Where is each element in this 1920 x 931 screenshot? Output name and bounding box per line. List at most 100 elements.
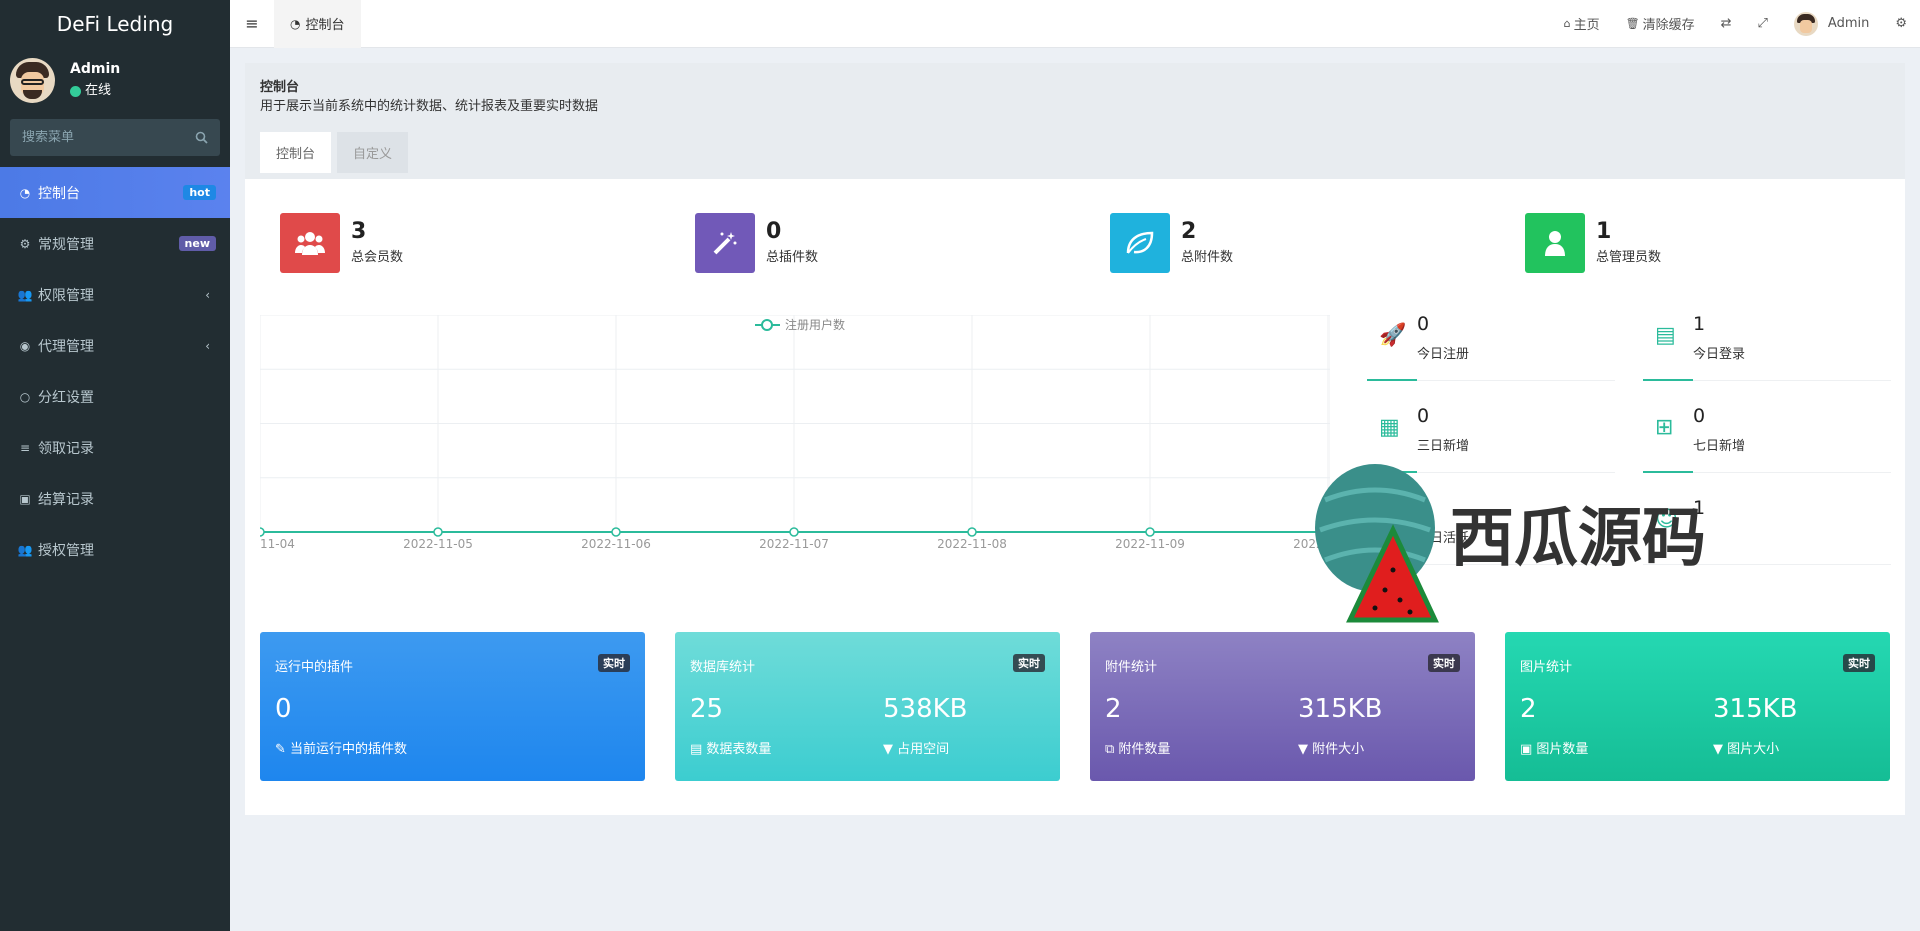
- stat-admins: 1 总管理员数: [1525, 213, 1661, 273]
- data-point[interactable]: [260, 527, 265, 537]
- main-content: 控制台 用于展示当前系统中的统计数据、统计报表及重要实时数据 控制台 自定义 3…: [245, 63, 1905, 815]
- card-label: ▣ 图片数量: [1520, 742, 1589, 757]
- mini-stat-today-login: ▤ 1 今日登录: [1643, 313, 1891, 381]
- realtime-badge: 实时: [1843, 654, 1875, 672]
- sidebar-item-label: 权限管理: [38, 287, 94, 304]
- data-point[interactable]: [1145, 527, 1155, 537]
- filter-icon: ▼: [883, 742, 898, 757]
- card-value: 25: [690, 694, 724, 724]
- tab-custom[interactable]: 自定义: [337, 132, 409, 173]
- settings-button[interactable]: ⚙: [1882, 16, 1920, 31]
- x-tick-label: 2022-11-07: [759, 537, 829, 551]
- sidebar-item-auth[interactable]: 👥 权限管理 ‹: [0, 269, 230, 320]
- stat-value: 0: [766, 219, 782, 244]
- card-value: 0: [275, 694, 292, 724]
- language-button[interactable]: ⇄: [1708, 16, 1745, 31]
- online-dot-icon: [70, 85, 81, 97]
- home-link[interactable]: ⌂ 主页: [1551, 14, 1613, 33]
- brand-logo[interactable]: DeFi Leding: [0, 0, 230, 48]
- avatar: [1793, 11, 1818, 36]
- clear-cache-button[interactable]: 🗑 清除缓存: [1613, 14, 1708, 33]
- calendar-icon: ▦: [1379, 415, 1400, 440]
- list-icon: ≡: [19, 440, 31, 455]
- stat-label: 总管理员数: [1596, 250, 1662, 265]
- magic-icon: [695, 213, 755, 273]
- card-label: ✎ 当前运行中的插件数: [275, 742, 408, 757]
- card-label: ⧉ 附件数量: [1105, 742, 1171, 757]
- users-icon: [280, 213, 340, 273]
- sidebar-item-agent[interactable]: ◉ 代理管理 ‹: [0, 320, 230, 371]
- search-input[interactable]: [22, 130, 172, 145]
- calc-icon: ▣: [19, 491, 31, 506]
- leaf-icon: [1110, 213, 1170, 273]
- card-value: 2: [1520, 694, 1537, 724]
- sidebar-item-general[interactable]: ⚙ 常规管理 new: [0, 218, 230, 269]
- x-tick-label: 11-04: [260, 537, 295, 551]
- card-label: ▼ 图片大小: [1713, 742, 1780, 757]
- mini-stat-label: 三日新增: [1417, 439, 1470, 454]
- sidebar-item-label: 控制台: [38, 185, 80, 202]
- x-tick-label: 2022-11-05: [403, 537, 473, 551]
- mini-stat-value: 0: [1693, 405, 1706, 427]
- calendar-plus-icon: ⊞: [1655, 415, 1674, 440]
- card-plugins: 运行中的插件 实时 0 ✎ 当前运行中的插件数: [260, 632, 645, 781]
- stat-members: 3 总会员数: [280, 213, 403, 273]
- gear-icon: ⚙: [1895, 16, 1907, 31]
- stat-label: 总会员数: [351, 250, 404, 265]
- sidebar-item-label: 结算记录: [38, 491, 94, 508]
- sidebar-search: [10, 119, 220, 156]
- svg-text:西瓜源码: 西瓜源码: [1450, 502, 1706, 576]
- mini-stat-value: 0: [1417, 405, 1430, 427]
- realtime-badge: 实时: [1013, 654, 1045, 672]
- user-status: 在线: [70, 80, 120, 102]
- user-circle-icon: ◉: [19, 338, 31, 353]
- card-label: ▼ 占用空间: [883, 742, 950, 757]
- filter-icon: ▼: [1713, 742, 1728, 757]
- card-value: 315KB: [1713, 694, 1798, 724]
- fullscreen-button[interactable]: ⤢: [1745, 16, 1781, 31]
- tab-dashboard[interactable]: ◔ 控制台: [274, 0, 361, 48]
- sidebar-item-label: 分红设置: [38, 389, 94, 406]
- database-icon: ▤: [690, 742, 707, 757]
- copy-icon: ⧉: [1105, 742, 1119, 757]
- sidebar-item-license[interactable]: 👥 授权管理: [0, 524, 230, 575]
- sidebar-item-label: 代理管理: [38, 338, 94, 355]
- registration-chart: 11-04 2022-11-05 2022-11-06 2022-11-07 2022-…: [260, 315, 1330, 551]
- sidebar-item-dividend[interactable]: ○ 分红设置: [0, 371, 230, 422]
- card-value: 2: [1105, 694, 1122, 724]
- card-database: 数据库统计 实时 25 538KB ▤ 数据表数量 ▼ 占用空间: [675, 632, 1060, 781]
- search-icon[interactable]: [195, 131, 208, 144]
- sidebar-toggle-icon[interactable]: ≡: [230, 14, 274, 33]
- dashboard-icon: ◔: [19, 185, 31, 200]
- stat-value: 1: [1596, 219, 1612, 244]
- sidebar-item-label: 授权管理: [38, 542, 94, 559]
- mini-stat-value: 0: [1417, 313, 1430, 335]
- page-header: 控制台 用于展示当前系统中的统计数据、统计报表及重要实时数据 控制台 自定义: [245, 63, 1905, 179]
- stat-label: 总插件数: [766, 250, 819, 265]
- vcard-icon: ▤: [1655, 323, 1676, 348]
- data-point[interactable]: [789, 527, 799, 537]
- sidebar-item-dashboard[interactable]: ◔ 控制台 hot: [0, 167, 230, 218]
- stat-attachments: 2 总附件数: [1110, 213, 1233, 273]
- page-subtitle: 用于展示当前系统中的统计数据、统计报表及重要实时数据: [260, 99, 599, 114]
- dashboard-icon: ◔: [290, 16, 301, 31]
- user-panel: Admin 在线: [0, 48, 230, 116]
- sidebar-item-settlement[interactable]: ▣ 结算记录: [0, 473, 230, 524]
- stat-value: 3: [351, 219, 367, 244]
- legend-label[interactable]: 注册用户数: [785, 317, 845, 332]
- user-menu-label: Admin: [1827, 16, 1870, 31]
- tab-console[interactable]: 控制台: [260, 132, 332, 173]
- data-point[interactable]: [433, 527, 443, 537]
- user-name: Admin: [70, 61, 121, 77]
- card-value: 315KB: [1298, 694, 1383, 724]
- card-value: 538KB: [883, 694, 968, 724]
- data-point[interactable]: [967, 527, 977, 537]
- user-menu[interactable]: Admin: [1781, 11, 1882, 36]
- stat-label: 总附件数: [1181, 250, 1234, 265]
- card-title: 附件统计: [1105, 660, 1158, 675]
- realtime-badge: 实时: [1428, 654, 1460, 672]
- data-point[interactable]: [611, 527, 621, 537]
- sidebar-item-claims[interactable]: ≡ 领取记录: [0, 422, 230, 473]
- magic-icon: ✎: [275, 742, 291, 757]
- sidebar-item-label: 常规管理: [38, 236, 94, 253]
